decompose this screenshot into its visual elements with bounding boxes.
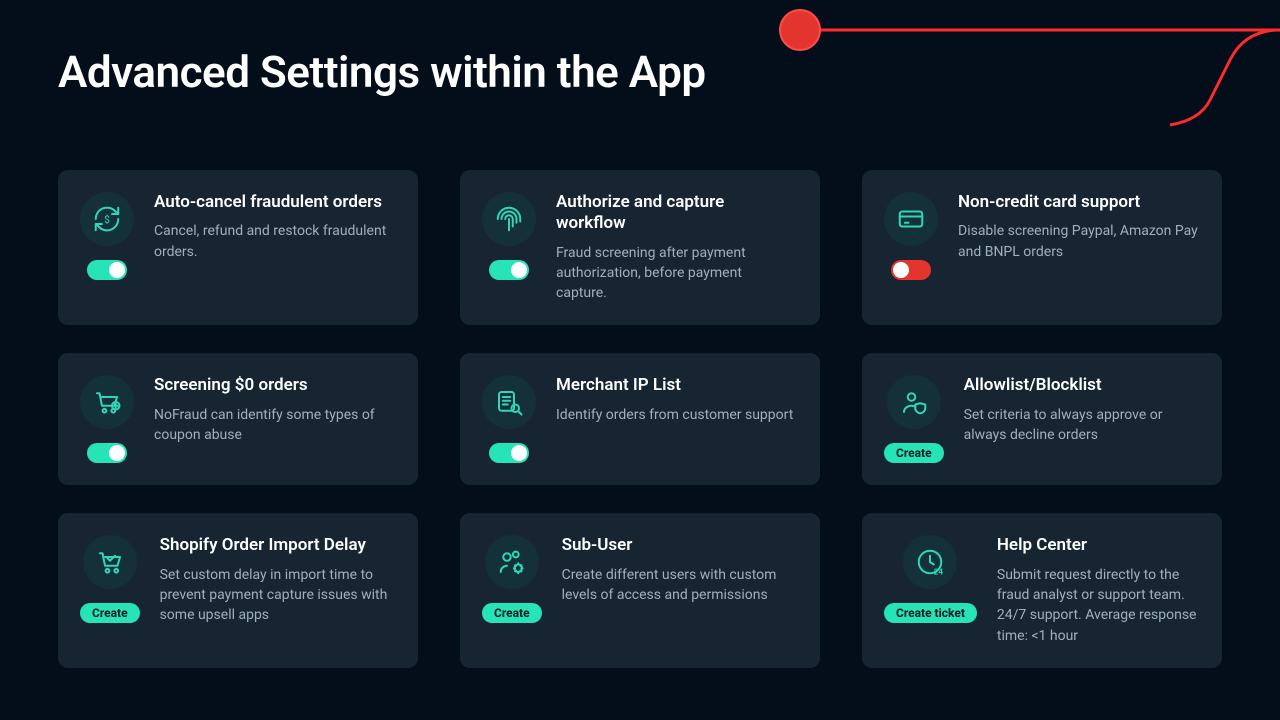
card-desc: Set custom delay in import time to preve…	[160, 565, 394, 626]
card-desc: Submit request directly to the fraud ana…	[997, 565, 1198, 646]
cart-check-icon	[83, 535, 137, 589]
toggle-merchant-ip[interactable]	[489, 443, 529, 463]
card-auto-cancel: $ Auto-cancel fraudulent orders Cancel, …	[58, 170, 418, 325]
card-title: Screening $0 orders	[154, 375, 394, 396]
card-import-delay: Create Shopify Order Import Delay Set cu…	[58, 513, 418, 667]
svg-text:24: 24	[934, 567, 944, 577]
card-help-center: 24 Create ticket Help Center Submit requ…	[862, 513, 1222, 667]
card-desc: Cancel, refund and restock fraudulent or…	[154, 221, 394, 262]
create-ticket-button[interactable]: Create ticket	[884, 603, 977, 623]
toggle-auto-cancel[interactable]	[87, 260, 127, 280]
card-authorize-capture: Authorize and capture workflow Fraud scr…	[460, 170, 820, 325]
card-merchant-ip: Merchant IP List Identify orders from cu…	[460, 353, 820, 485]
create-sub-user-button[interactable]: Create	[482, 603, 542, 623]
card-desc: Disable screening Paypal, Amazon Pay and…	[958, 221, 1198, 262]
card-sub-user: Create Sub-User Create different users w…	[460, 513, 820, 667]
card-title: Shopify Order Import Delay	[160, 535, 394, 556]
card-screening-zero: Screening $0 orders NoFraud can identify…	[58, 353, 418, 485]
fingerprint-icon	[482, 192, 536, 246]
card-desc: NoFraud can identify some types of coupo…	[154, 405, 394, 446]
card-title: Allowlist/Blocklist	[964, 375, 1198, 396]
refresh-dollar-icon: $	[80, 192, 134, 246]
card-title: Help Center	[997, 535, 1198, 556]
card-title: Authorize and capture workflow	[556, 192, 796, 235]
clock-24-icon: 24	[903, 535, 957, 589]
card-desc: Set criteria to always approve or always…	[964, 405, 1198, 446]
card-desc: Identify orders from customer support	[556, 405, 796, 425]
page-title: Advanced Settings within the App	[58, 46, 706, 98]
toggle-authorize-capture[interactable]	[489, 260, 529, 280]
toggle-non-credit-card[interactable]	[891, 260, 931, 280]
users-gear-icon	[485, 535, 539, 589]
card-title: Non-credit card support	[958, 192, 1198, 213]
card-title: Merchant IP List	[556, 375, 796, 396]
toggle-screening-zero[interactable]	[87, 443, 127, 463]
settings-grid: $ Auto-cancel fraudulent orders Cancel, …	[58, 170, 1222, 668]
card-allowlist-blocklist: Create Allowlist/Blocklist Set criteria …	[862, 353, 1222, 485]
card-title: Auto-cancel fraudulent orders	[154, 192, 394, 213]
svg-text:$: $	[104, 213, 110, 226]
create-import-delay-button[interactable]: Create	[80, 603, 140, 623]
card-desc: Create different users with custom level…	[562, 565, 796, 606]
user-shield-icon	[887, 375, 941, 429]
header-decoration	[760, 0, 1280, 130]
create-allowlist-button[interactable]: Create	[884, 443, 944, 463]
card-desc: Fraud screening after payment authorizat…	[556, 243, 796, 304]
card-non-credit-card: Non-credit card support Disable screenin…	[862, 170, 1222, 325]
card-title: Sub-User	[562, 535, 796, 556]
cart-plus-icon	[80, 375, 134, 429]
credit-card-icon	[884, 192, 938, 246]
list-search-icon	[482, 375, 536, 429]
